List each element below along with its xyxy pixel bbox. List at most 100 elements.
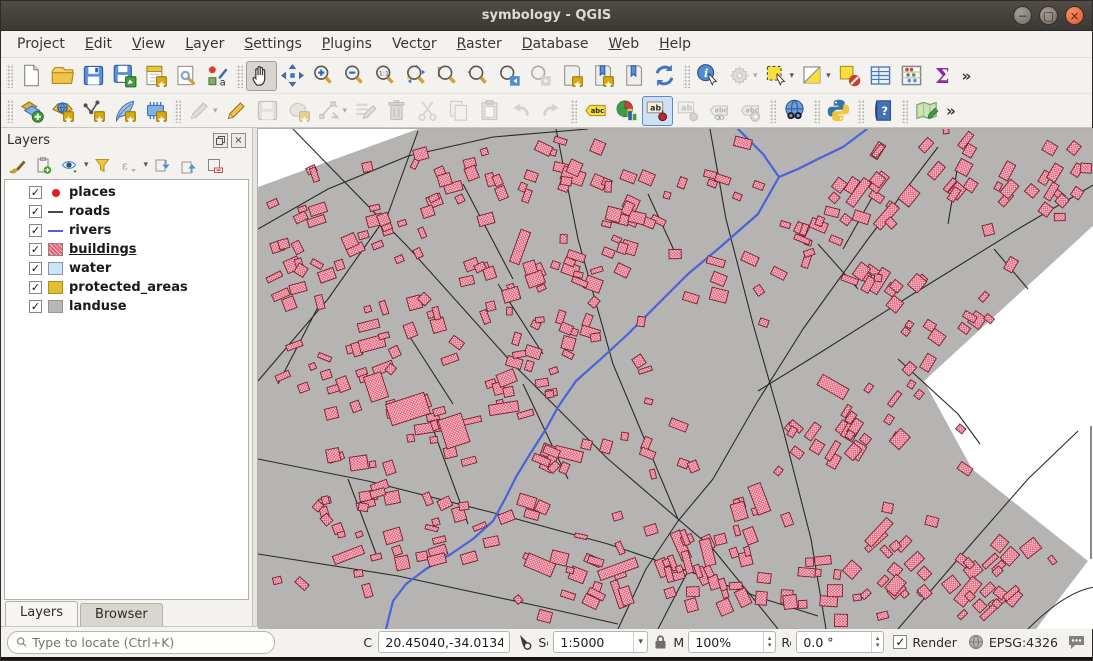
open-attribute-table-button[interactable] xyxy=(865,61,896,91)
statistical-summary-button[interactable]: Σ xyxy=(927,61,958,91)
new-project-button[interactable] xyxy=(16,61,47,91)
layer-diagram-options-button[interactable] xyxy=(611,96,642,126)
toggle-extents-icon[interactable] xyxy=(515,633,533,651)
toolbar-grip[interactable] xyxy=(236,64,243,88)
redo-button[interactable] xyxy=(536,96,567,126)
locator-box[interactable] xyxy=(7,631,275,654)
highlight-pinned-labels-button[interactable]: ab xyxy=(673,96,704,126)
toolbar-grip[interactable] xyxy=(813,99,820,123)
move-label-button[interactable]: abc xyxy=(735,96,766,126)
refresh-map-button[interactable] xyxy=(649,61,680,91)
zoom-full-button[interactable] xyxy=(401,61,432,91)
layer-checkbox-buildings[interactable]: ✓ xyxy=(29,243,42,256)
undo-button[interactable] xyxy=(505,96,536,126)
run-feature-action-button[interactable]: ▾ xyxy=(724,61,761,91)
expand-all-button[interactable] xyxy=(150,154,174,176)
show-layout-manager-button[interactable] xyxy=(171,61,202,91)
minimize-button[interactable]: − xyxy=(1013,6,1032,25)
new-virtual-layer-button[interactable] xyxy=(140,96,171,126)
toolbar-grip[interactable] xyxy=(570,99,577,123)
menu-raster[interactable]: Raster xyxy=(447,33,512,55)
magnifier-spin-buttons[interactable]: ▴▾ xyxy=(763,632,776,652)
save-project-button[interactable] xyxy=(78,61,109,91)
help-contents-button[interactable]: ? xyxy=(867,96,898,126)
metasearch-button[interactable] xyxy=(779,96,810,126)
toolbar-grip[interactable] xyxy=(857,99,864,123)
delete-selected-button[interactable] xyxy=(381,96,412,126)
layer-row-places[interactable]: ✓places xyxy=(5,183,248,202)
new-spatial-bookmark-button[interactable] xyxy=(556,61,587,91)
map-canvas[interactable] xyxy=(257,128,1093,626)
messages-icon[interactable] xyxy=(1067,634,1086,650)
layer-labeling-options-button[interactable]: abc xyxy=(580,96,611,126)
menu-plugins[interactable]: Plugins xyxy=(312,33,382,55)
panel-close-button[interactable]: × xyxy=(231,133,246,148)
toolbar-grip[interactable] xyxy=(769,99,776,123)
scale-dropdown-icon[interactable]: ▾ xyxy=(633,632,647,652)
menu-settings[interactable]: Settings xyxy=(234,33,311,55)
new-print-layout-button[interactable] xyxy=(140,61,171,91)
data-source-manager-button[interactable] xyxy=(16,96,47,126)
zoom-to-layer-button[interactable] xyxy=(463,61,494,91)
layer-checkbox-landuse[interactable]: ✓ xyxy=(29,300,42,313)
save-project-as-button[interactable] xyxy=(109,61,140,91)
pin-unpin-labels-button[interactable]: ab xyxy=(642,96,673,126)
osm-place-search-button[interactable] xyxy=(911,96,942,126)
open-layer-styling-button[interactable] xyxy=(5,154,29,176)
select-features-button[interactable]: ▾ xyxy=(761,61,798,91)
scale-combo[interactable]: ▾ xyxy=(553,631,648,653)
layer-row-roads[interactable]: ✓roads xyxy=(5,202,248,221)
tab-layers[interactable]: Layers xyxy=(5,601,78,626)
layer-checkbox-water[interactable]: ✓ xyxy=(29,262,42,275)
current-edits-button[interactable]: ▾ xyxy=(184,96,221,126)
crs-globe-icon[interactable] xyxy=(968,634,984,650)
zoom-out-button[interactable] xyxy=(339,61,370,91)
toolbar-grip[interactable] xyxy=(683,64,690,88)
paste-features-button[interactable] xyxy=(474,96,505,126)
menu-edit[interactable]: Edit xyxy=(75,33,122,55)
toolbar-grip[interactable] xyxy=(6,64,13,88)
render-checkbox[interactable]: ✓ xyxy=(893,635,907,649)
close-button[interactable]: × xyxy=(1065,6,1084,25)
toolbar-grip[interactable] xyxy=(6,99,13,123)
layer-checkbox-protected_areas[interactable]: ✓ xyxy=(29,281,42,294)
magnifier-spinbox[interactable]: ▴▾ xyxy=(688,631,776,653)
coordinate-box[interactable] xyxy=(378,631,510,653)
show-bookmark-manager-button[interactable] xyxy=(618,61,649,91)
rotation-spinbox[interactable]: ▴▾ xyxy=(796,631,884,653)
toggle-editing-button[interactable] xyxy=(221,96,252,126)
add-group-button[interactable] xyxy=(31,154,55,176)
layer-row-protected_areas[interactable]: ✓protected_areas xyxy=(5,278,248,297)
select-by-value-button[interactable]: ▾ xyxy=(797,61,834,91)
show-hide-labels-button[interactable]: abc xyxy=(704,96,735,126)
save-layer-edits-button[interactable] xyxy=(252,96,283,126)
layer-row-rivers[interactable]: ✓rivers xyxy=(5,221,248,240)
zoom-to-selection-button[interactable] xyxy=(432,61,463,91)
lock-scale-icon[interactable] xyxy=(653,634,668,650)
remove-layer-button[interactable] xyxy=(202,154,226,176)
layer-row-water[interactable]: ✓water xyxy=(5,259,248,278)
layer-row-buildings[interactable]: ✓buildings xyxy=(5,240,248,259)
pan-to-selection-button[interactable] xyxy=(277,61,308,91)
zoom-in-button[interactable] xyxy=(308,61,339,91)
layer-checkbox-roads[interactable]: ✓ xyxy=(29,205,42,218)
show-spatial-bookmarks-button[interactable] xyxy=(587,61,618,91)
menu-layer[interactable]: Layer xyxy=(175,33,234,55)
style-manager-button[interactable]: a xyxy=(202,61,233,91)
new-spatialite-layer-button[interactable] xyxy=(109,96,140,126)
zoom-next-button[interactable] xyxy=(525,61,556,91)
identify-features-button[interactable]: i xyxy=(693,61,724,91)
filter-by-expression-button[interactable]: ε xyxy=(117,154,141,176)
rotation-input[interactable] xyxy=(797,635,870,650)
add-feature-button[interactable] xyxy=(283,96,314,126)
menu-database[interactable]: Database xyxy=(512,33,599,55)
toolbar-overflow-button[interactable]: » xyxy=(942,102,960,120)
maximize-button[interactable]: ▢ xyxy=(1039,6,1058,25)
menu-help[interactable]: Help xyxy=(649,33,701,55)
toolbar-grip[interactable] xyxy=(901,99,908,123)
layer-row-landuse[interactable]: ✓landuse xyxy=(5,297,248,316)
toolbar-overflow-button[interactable]: » xyxy=(958,67,976,85)
zoom-native-button[interactable]: 1:1 xyxy=(370,61,401,91)
collapse-all-button[interactable] xyxy=(176,154,200,176)
layer-checkbox-rivers[interactable]: ✓ xyxy=(29,224,42,237)
